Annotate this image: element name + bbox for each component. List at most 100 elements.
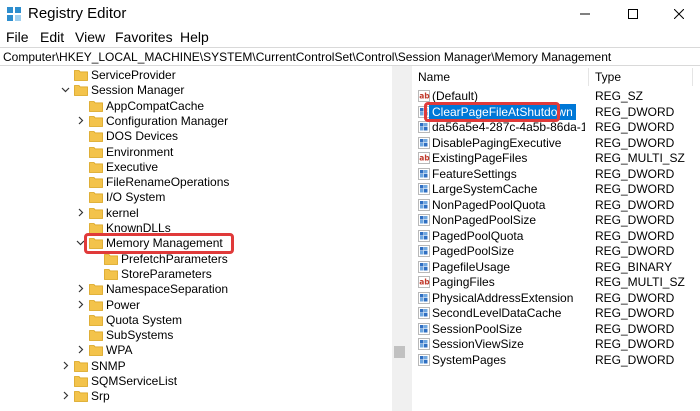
value-row-physicaladdressextension[interactable]: PhysicalAddressExtension REG_DWORD (412, 290, 700, 306)
menu-edit[interactable]: Edit (40, 29, 64, 45)
value-row-default[interactable]: ab (Default) REG_SZ (412, 88, 700, 104)
value-type: REG_DWORD (595, 321, 675, 336)
chevron-right-icon[interactable] (76, 116, 85, 125)
chevron-down-icon[interactable] (61, 85, 70, 94)
tree-item-appcompatcache[interactable]: AppCompatCache (0, 99, 390, 114)
value-name: PagedPoolSize (432, 244, 515, 258)
chevron-right-icon[interactable] (76, 300, 85, 309)
tree-item-subsystems[interactable]: SubSystems (0, 328, 390, 343)
values-list[interactable]: Name Type ab (Default) REG_SZ ClearPageFile… (412, 66, 700, 411)
value-type: REG_MULTI_SZ (595, 275, 685, 289)
menu-file[interactable]: File (6, 29, 29, 45)
menu-help[interactable]: Help (180, 29, 209, 45)
tree-item-executive[interactable]: Executive (0, 160, 390, 175)
tree-item-prefetchparameters[interactable]: PrefetchParameters (0, 252, 390, 267)
folder-icon (74, 360, 88, 372)
value-row-nonpagedpoolquota[interactable]: NonPagedPoolQuota REG_DWORD (412, 197, 700, 213)
column-header-type[interactable]: Type (595, 70, 621, 84)
tree-item-label: FileRenameOperations (106, 175, 230, 190)
value-name: LargeSystemCache (432, 182, 538, 196)
chevron-right-icon[interactable] (76, 208, 85, 217)
value-name: NonPagedPoolQuota (432, 197, 546, 212)
tree-item-configuration-manager[interactable]: Configuration Manager (0, 114, 390, 129)
value-row-secondleveldatacache[interactable]: SecondLevelDataCache REG_DWORD (412, 305, 700, 321)
folder-icon (89, 192, 103, 204)
folder-icon (74, 70, 88, 81)
value-row-disablepagingexecutive[interactable]: DisablePagingExecutive REG_DWORD (412, 135, 700, 151)
tree-item-label: Configuration Manager (106, 113, 229, 128)
minimize-icon (580, 13, 590, 15)
chevron-right-icon[interactable] (76, 284, 85, 293)
folder-icon (104, 253, 118, 265)
tree-item-quota-system[interactable]: Quota System (0, 313, 390, 328)
folder-icon (89, 330, 103, 341)
value-row-sessionpoolsize[interactable]: SessionPoolSize REG_DWORD (412, 321, 700, 337)
address-bar[interactable]: Computer\HKEY_LOCAL_MACHINE\SYSTEM\Curre… (0, 47, 700, 66)
value-type: REG_DWORD (595, 306, 675, 320)
chevron-down-icon[interactable] (76, 238, 85, 247)
tree-item-session-manager[interactable]: Session Manager (0, 83, 390, 98)
tree-scrollbar-thumb[interactable] (394, 346, 405, 358)
chevron-right-icon[interactable] (61, 391, 70, 400)
value-row-systempages[interactable]: SystemPages REG_DWORD (412, 352, 700, 368)
binary-value-icon (418, 307, 430, 319)
tree-item-storeparameters[interactable]: StoreParameters (0, 267, 390, 282)
tree-item-filerenameoperations[interactable]: FileRenameOperations (0, 175, 390, 190)
maximize-button[interactable] (610, 0, 656, 28)
value-row-clearpagefileatshutdown[interactable]: ClearPageFileAtShutdown REG_DWORD (412, 103, 700, 120)
tree-item-namespaceseparation[interactable]: NamespaceSeparation (0, 282, 390, 297)
tree-item-snmp[interactable]: SNMP (0, 359, 390, 374)
tree-item-i-o-system[interactable]: I/O System (0, 190, 390, 205)
value-row-sessionviewsize[interactable]: SessionViewSize REG_DWORD (412, 336, 700, 352)
tree-item-label: SNMP (91, 358, 126, 373)
value-row-nonpagedpoolsize[interactable]: NonPagedPoolSize REG_DWORD (412, 212, 700, 228)
title-bar: Registry Editor (0, 0, 700, 28)
value-name: SystemPages (432, 352, 507, 367)
close-button[interactable] (656, 0, 700, 28)
tree-item-wpa[interactable]: WPA (0, 343, 390, 358)
value-row-pagefileusage[interactable]: PagefileUsage REG_BINARY (412, 259, 700, 275)
column-divider[interactable] (588, 68, 589, 86)
binary-value-icon (418, 291, 430, 304)
value-type: REG_DWORD (595, 244, 675, 258)
value-row-featuresettings[interactable]: FeatureSettings REG_DWORD (412, 166, 700, 182)
menu-favorites[interactable]: Favorites (115, 29, 173, 45)
tree-item-memory-management[interactable]: Memory Management (0, 236, 390, 251)
window-title: Registry Editor (28, 5, 127, 22)
tree-item-knowndlls[interactable]: KnownDLLs (0, 221, 390, 236)
tree-item-label: ServiceProvider (91, 68, 176, 82)
value-type: REG_DWORD (595, 182, 675, 196)
value-row-pagingfiles[interactable]: ab PagingFiles REG_MULTI_SZ (412, 274, 700, 290)
tree-item-environment[interactable]: Environment (0, 145, 390, 160)
key-tree[interactable]: ServiceProvider Session Manager AppCompatC… (0, 66, 407, 411)
chevron-right-icon[interactable] (61, 361, 70, 370)
tree-item-label: Session Manager (91, 83, 185, 98)
binary-value-icon (418, 260, 430, 273)
value-row-da56a5e4-287c-4a5b-86da-140a1[interactable]: da56a5e4-287c-4a5b-86da-140a1... REG_DWOR… (412, 119, 700, 135)
value-type: REG_DWORD (595, 120, 675, 134)
value-row-existingpagefiles[interactable]: ab ExistingPageFiles REG_MULTI_SZ (412, 150, 700, 166)
folder-icon (89, 207, 103, 219)
value-row-pagedpoolsize[interactable]: PagedPoolSize REG_DWORD (412, 243, 700, 259)
value-row-largesystemcache[interactable]: LargeSystemCache REG_DWORD (412, 181, 700, 197)
tree-scrollbar[interactable] (392, 66, 407, 411)
tree-item-dos-devices[interactable]: DOS Devices (0, 129, 390, 144)
value-type: REG_DWORD (595, 135, 675, 150)
tree-item-power[interactable]: Power (0, 298, 390, 313)
address-path[interactable]: Computer\HKEY_LOCAL_MACHINE\SYSTEM\Curre… (3, 50, 611, 64)
folder-icon (74, 85, 88, 97)
column-divider[interactable] (692, 68, 693, 86)
tree-item-label: AppCompatCache (106, 98, 205, 113)
value-row-pagedpoolquota[interactable]: PagedPoolQuota REG_DWORD (412, 228, 700, 244)
tree-item-kernel[interactable]: kernel (0, 206, 390, 221)
tree-item-sqmservicelist[interactable]: SQMServiceList (0, 374, 390, 389)
value-type: REG_BINARY (595, 259, 673, 274)
menu-view[interactable]: View (75, 29, 105, 45)
folder-icon (89, 161, 103, 173)
column-header-name[interactable]: Name (418, 70, 450, 84)
minimize-button[interactable] (562, 0, 608, 28)
chevron-right-icon[interactable] (76, 345, 85, 354)
binary-value-icon (418, 136, 430, 149)
tree-item-srp[interactable]: Srp (0, 389, 390, 404)
tree-item-serviceprovider[interactable]: ServiceProvider (0, 68, 390, 83)
